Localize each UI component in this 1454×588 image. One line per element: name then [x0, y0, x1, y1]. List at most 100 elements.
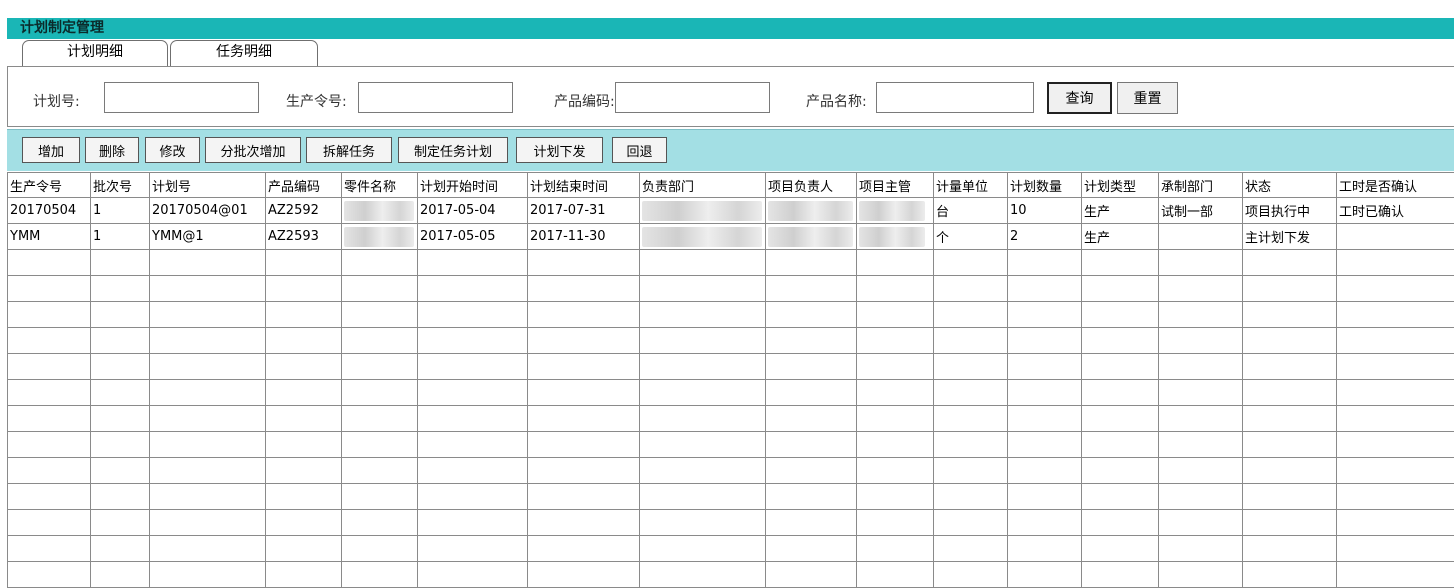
col-header-plan-no[interactable]: 计划号 [150, 173, 266, 198]
empty-cell [766, 510, 857, 536]
query-button[interactable]: 查询 [1047, 82, 1112, 114]
cell-hours-confirmed[interactable] [1337, 224, 1454, 250]
make-task-plan-button[interactable]: 制定任务计划 [398, 137, 508, 163]
col-header-dept[interactable]: 负责部门 [640, 173, 766, 198]
empty-cell [640, 484, 766, 510]
col-header-prod-order[interactable]: 生产令号 [8, 173, 91, 198]
cell-part-name-redacted[interactable] [342, 198, 418, 224]
empty-cell [1337, 432, 1454, 458]
redacted-block [344, 227, 414, 247]
plan-no-input[interactable] [104, 82, 259, 113]
cell-plan-type[interactable]: 生产 [1082, 224, 1159, 250]
cell-project-manager-redacted[interactable] [857, 224, 934, 250]
cell-project-manager-redacted[interactable] [857, 198, 934, 224]
empty-cell [1243, 302, 1337, 328]
empty-cell [528, 276, 640, 302]
empty-cell [418, 562, 528, 588]
empty-cell [91, 276, 150, 302]
issue-plan-button[interactable]: 计划下发 [516, 137, 603, 163]
cell-status[interactable]: 项目执行中 [1243, 198, 1337, 224]
cell-prod-order[interactable]: 20170504 [8, 198, 91, 224]
col-header-unit[interactable]: 计量单位 [934, 173, 1008, 198]
product-code-input[interactable] [615, 82, 770, 113]
empty-table-row [8, 484, 1454, 510]
empty-cell [1082, 302, 1159, 328]
empty-cell [150, 250, 266, 276]
empty-cell [418, 380, 528, 406]
tab-plan-detail[interactable]: 计划明细 [22, 40, 168, 66]
empty-cell [1008, 510, 1082, 536]
cell-contract-dept[interactable]: 试制一部 [1159, 198, 1243, 224]
cell-batch-no[interactable]: 1 [91, 224, 150, 250]
empty-cell [1159, 562, 1243, 588]
cell-quantity[interactable]: 2 [1008, 224, 1082, 250]
cell-unit[interactable]: 台 [934, 198, 1008, 224]
empty-cell [1337, 406, 1454, 432]
cell-dept-redacted[interactable] [640, 224, 766, 250]
cell-status[interactable]: 主计划下发 [1243, 224, 1337, 250]
table-row[interactable]: 20170504 1 20170504@01 AZ2592 2017-05-04… [8, 198, 1454, 224]
col-header-status[interactable]: 状态 [1243, 173, 1337, 198]
cell-plan-type[interactable]: 生产 [1082, 198, 1159, 224]
cell-end-time[interactable]: 2017-11-30 [528, 224, 640, 250]
empty-cell [150, 328, 266, 354]
empty-cell [8, 406, 91, 432]
col-header-hours-confirmed[interactable]: 工时是否确认 [1337, 173, 1454, 198]
empty-cell [766, 406, 857, 432]
empty-table-row [8, 432, 1454, 458]
cell-end-time[interactable]: 2017-07-31 [528, 198, 640, 224]
cell-part-name-redacted[interactable] [342, 224, 418, 250]
cell-quantity[interactable]: 10 [1008, 198, 1082, 224]
cell-project-lead-redacted[interactable] [766, 198, 857, 224]
empty-cell [640, 536, 766, 562]
empty-cell [640, 328, 766, 354]
tab-task-detail[interactable]: 任务明细 [170, 40, 318, 66]
cell-hours-confirmed[interactable]: 工时已确认 [1337, 198, 1454, 224]
cell-start-time[interactable]: 2017-05-04 [418, 198, 528, 224]
reset-button[interactable]: 重置 [1117, 82, 1178, 114]
batch-add-button[interactable]: 分批次增加 [205, 137, 301, 163]
cell-contract-dept[interactable] [1159, 224, 1243, 250]
redacted-block [768, 227, 853, 247]
cell-prod-order[interactable]: YMM [8, 224, 91, 250]
cell-project-lead-redacted[interactable] [766, 224, 857, 250]
col-header-start-time[interactable]: 计划开始时间 [418, 173, 528, 198]
empty-cell [934, 250, 1008, 276]
empty-cell [640, 354, 766, 380]
cell-dept-redacted[interactable] [640, 198, 766, 224]
cell-batch-no[interactable]: 1 [91, 198, 150, 224]
rollback-button[interactable]: 回退 [612, 137, 667, 163]
cell-plan-no[interactable]: 20170504@01 [150, 198, 266, 224]
empty-cell [766, 536, 857, 562]
product-name-input[interactable] [876, 82, 1034, 113]
cell-plan-no[interactable]: YMM@1 [150, 224, 266, 250]
split-task-button[interactable]: 拆解任务 [306, 137, 392, 163]
empty-cell [1008, 276, 1082, 302]
col-header-project-lead[interactable]: 项目负责人 [766, 173, 857, 198]
redacted-block [344, 201, 414, 221]
empty-cell [1337, 484, 1454, 510]
empty-cell [934, 484, 1008, 510]
col-header-contract-dept[interactable]: 承制部门 [1159, 173, 1243, 198]
empty-cell [857, 250, 934, 276]
col-header-end-time[interactable]: 计划结束时间 [528, 173, 640, 198]
col-header-project-manager[interactable]: 项目主管 [857, 173, 934, 198]
cell-start-time[interactable]: 2017-05-05 [418, 224, 528, 250]
col-header-product-code[interactable]: 产品编码 [266, 173, 342, 198]
col-header-part-name[interactable]: 零件名称 [342, 173, 418, 198]
cell-product-code[interactable]: AZ2593 [266, 224, 342, 250]
col-header-plan-type[interactable]: 计划类型 [1082, 173, 1159, 198]
prod-order-input[interactable] [358, 82, 513, 113]
delete-button[interactable]: 删除 [85, 137, 139, 163]
edit-button[interactable]: 修改 [145, 137, 200, 163]
empty-cell [640, 276, 766, 302]
col-header-batch-no[interactable]: 批次号 [91, 173, 150, 198]
add-button[interactable]: 增加 [22, 137, 80, 163]
cell-product-code[interactable]: AZ2592 [266, 198, 342, 224]
cell-unit[interactable]: 个 [934, 224, 1008, 250]
table-row[interactable]: YMM 1 YMM@1 AZ2593 2017-05-05 2017-11-30… [8, 224, 1454, 250]
empty-cell [91, 432, 150, 458]
col-header-quantity[interactable]: 计划数量 [1008, 173, 1082, 198]
empty-cell [1082, 536, 1159, 562]
empty-cell [1243, 380, 1337, 406]
